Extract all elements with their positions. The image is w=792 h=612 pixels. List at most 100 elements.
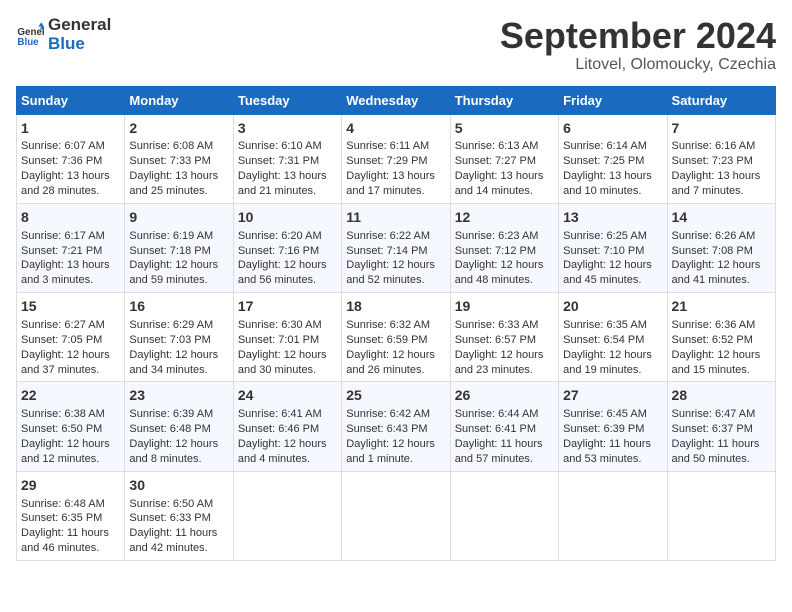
daylight-text: Daylight: 12 hours and 45 minutes. (563, 258, 662, 288)
day-number: 29 (21, 476, 120, 495)
sunrise-text: Sunrise: 6:11 AM (346, 139, 445, 154)
day-number: 5 (455, 119, 554, 138)
header-sunday: Sunday (17, 86, 125, 114)
sunrise-text: Sunrise: 6:30 AM (238, 318, 337, 333)
daylight-text: Daylight: 12 hours and 52 minutes. (346, 258, 445, 288)
sunrise-text: Sunrise: 6:41 AM (238, 407, 337, 422)
day-number: 4 (346, 119, 445, 138)
header-saturday: Saturday (667, 86, 775, 114)
daylight-text: Daylight: 12 hours and 30 minutes. (238, 348, 337, 378)
sunset-text: Sunset: 6:57 PM (455, 333, 554, 348)
daylight-text: Daylight: 12 hours and 59 minutes. (129, 258, 228, 288)
calendar-cell: 20Sunrise: 6:35 AMSunset: 6:54 PMDayligh… (559, 293, 667, 382)
daylight-text: Daylight: 13 hours and 28 minutes. (21, 169, 120, 199)
calendar-cell: 28Sunrise: 6:47 AMSunset: 6:37 PMDayligh… (667, 382, 775, 471)
day-number: 15 (21, 297, 120, 316)
sunset-text: Sunset: 7:08 PM (672, 244, 771, 259)
daylight-text: Daylight: 12 hours and 41 minutes. (672, 258, 771, 288)
sunset-text: Sunset: 7:23 PM (672, 154, 771, 169)
day-number: 7 (672, 119, 771, 138)
sunset-text: Sunset: 7:21 PM (21, 244, 120, 259)
calendar-cell: 3Sunrise: 6:10 AMSunset: 7:31 PMDaylight… (233, 114, 341, 203)
sunset-text: Sunset: 7:31 PM (238, 154, 337, 169)
day-number: 24 (238, 386, 337, 405)
day-number: 21 (672, 297, 771, 316)
calendar-cell: 10Sunrise: 6:20 AMSunset: 7:16 PMDayligh… (233, 203, 341, 292)
day-number: 26 (455, 386, 554, 405)
daylight-text: Daylight: 11 hours and 42 minutes. (129, 526, 228, 556)
daylight-text: Daylight: 12 hours and 26 minutes. (346, 348, 445, 378)
day-number: 3 (238, 119, 337, 138)
sunset-text: Sunset: 7:29 PM (346, 154, 445, 169)
day-number: 16 (129, 297, 228, 316)
sunset-text: Sunset: 7:05 PM (21, 333, 120, 348)
sunset-text: Sunset: 7:36 PM (21, 154, 120, 169)
calendar-cell (667, 471, 775, 560)
sunrise-text: Sunrise: 6:20 AM (238, 229, 337, 244)
sunset-text: Sunset: 7:33 PM (129, 154, 228, 169)
sunset-text: Sunset: 6:52 PM (672, 333, 771, 348)
sunrise-text: Sunrise: 6:26 AM (672, 229, 771, 244)
sunrise-text: Sunrise: 6:16 AM (672, 139, 771, 154)
sunrise-text: Sunrise: 6:47 AM (672, 407, 771, 422)
calendar-header-row: Sunday Monday Tuesday Wednesday Thursday… (17, 86, 776, 114)
sunrise-text: Sunrise: 6:07 AM (21, 139, 120, 154)
sunrise-text: Sunrise: 6:38 AM (21, 407, 120, 422)
daylight-text: Daylight: 12 hours and 56 minutes. (238, 258, 337, 288)
calendar-week-5: 29Sunrise: 6:48 AMSunset: 6:35 PMDayligh… (17, 471, 776, 560)
day-number: 8 (21, 208, 120, 227)
calendar-table: Sunday Monday Tuesday Wednesday Thursday… (16, 86, 776, 561)
day-number: 28 (672, 386, 771, 405)
daylight-text: Daylight: 13 hours and 14 minutes. (455, 169, 554, 199)
sunrise-text: Sunrise: 6:44 AM (455, 407, 554, 422)
logo-wordmark: General Blue (48, 16, 111, 53)
page-header: General Blue General Blue September 2024… (16, 16, 776, 74)
day-number: 14 (672, 208, 771, 227)
sunrise-text: Sunrise: 6:27 AM (21, 318, 120, 333)
header-thursday: Thursday (450, 86, 558, 114)
day-number: 1 (21, 119, 120, 138)
svg-text:Blue: Blue (17, 36, 39, 47)
calendar-cell: 1Sunrise: 6:07 AMSunset: 7:36 PMDaylight… (17, 114, 125, 203)
calendar-cell: 19Sunrise: 6:33 AMSunset: 6:57 PMDayligh… (450, 293, 558, 382)
calendar-cell (559, 471, 667, 560)
header-wednesday: Wednesday (342, 86, 450, 114)
calendar-cell: 14 Sunrise: 6:26 AMSunset: 7:08 PMDayligh… (667, 203, 775, 292)
calendar-location: Litovel, Olomoucky, Czechia (500, 56, 776, 74)
day-number: 30 (129, 476, 228, 495)
daylight-text: Daylight: 13 hours and 17 minutes. (346, 169, 445, 199)
calendar-cell: 27Sunrise: 6:45 AMSunset: 6:39 PMDayligh… (559, 382, 667, 471)
sunrise-text: Sunrise: 6:14 AM (563, 139, 662, 154)
daylight-text: Daylight: 13 hours and 7 minutes. (672, 169, 771, 199)
calendar-cell: 25Sunrise: 6:42 AMSunset: 6:43 PMDayligh… (342, 382, 450, 471)
sunset-text: Sunset: 6:50 PM (21, 422, 120, 437)
daylight-text: Daylight: 12 hours and 8 minutes. (129, 437, 228, 467)
calendar-cell: 18Sunrise: 6:32 AMSunset: 6:59 PMDayligh… (342, 293, 450, 382)
sunrise-text: Sunrise: 6:48 AM (21, 497, 120, 512)
sunrise-text: Sunrise: 6:22 AM (346, 229, 445, 244)
daylight-text: Daylight: 11 hours and 50 minutes. (672, 437, 771, 467)
daylight-text: Daylight: 13 hours and 21 minutes. (238, 169, 337, 199)
day-number: 12 (455, 208, 554, 227)
day-number: 9 (129, 208, 228, 227)
daylight-text: Daylight: 12 hours and 23 minutes. (455, 348, 554, 378)
calendar-cell: 23Sunrise: 6:39 AMSunset: 6:48 PMDayligh… (125, 382, 233, 471)
daylight-text: Daylight: 12 hours and 37 minutes. (21, 348, 120, 378)
calendar-cell: 16Sunrise: 6:29 AMSunset: 7:03 PMDayligh… (125, 293, 233, 382)
sunset-text: Sunset: 6:39 PM (563, 422, 662, 437)
sunrise-text: Sunrise: 6:45 AM (563, 407, 662, 422)
daylight-text: Daylight: 12 hours and 19 minutes. (563, 348, 662, 378)
sunset-text: Sunset: 6:43 PM (346, 422, 445, 437)
day-number: 10 (238, 208, 337, 227)
sunset-text: Sunset: 7:01 PM (238, 333, 337, 348)
sunrise-text: Sunrise: 6:33 AM (455, 318, 554, 333)
sunrise-text: Sunrise: 6:36 AM (672, 318, 771, 333)
calendar-cell: 29Sunrise: 6:48 AMSunset: 6:35 PMDayligh… (17, 471, 125, 560)
calendar-cell: 13Sunrise: 6:25 AMSunset: 7:10 PMDayligh… (559, 203, 667, 292)
day-number: 2 (129, 119, 228, 138)
sunrise-text: Sunrise: 6:32 AM (346, 318, 445, 333)
sunrise-text: Sunrise: 6:17 AM (21, 229, 120, 244)
daylight-text: Daylight: 11 hours and 53 minutes. (563, 437, 662, 467)
calendar-month-year: September 2024 (500, 16, 776, 56)
sunrise-text: Sunrise: 6:10 AM (238, 139, 337, 154)
